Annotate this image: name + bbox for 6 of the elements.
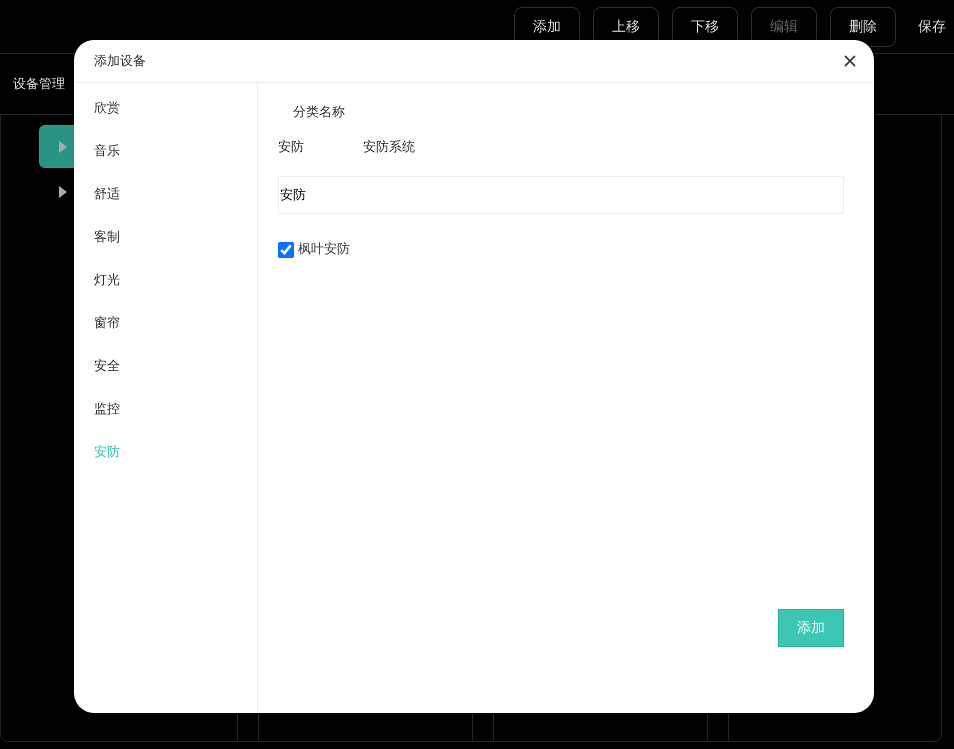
category-text: 安防 xyxy=(278,139,305,156)
dialog-title: 添加设备 xyxy=(94,53,146,70)
field-label: 分类名称 xyxy=(292,104,346,121)
page-title: 设备管理 xyxy=(13,76,65,93)
checkbox-label: 枫叶安防 xyxy=(298,241,350,258)
category-text: 安防系统 xyxy=(363,139,415,156)
